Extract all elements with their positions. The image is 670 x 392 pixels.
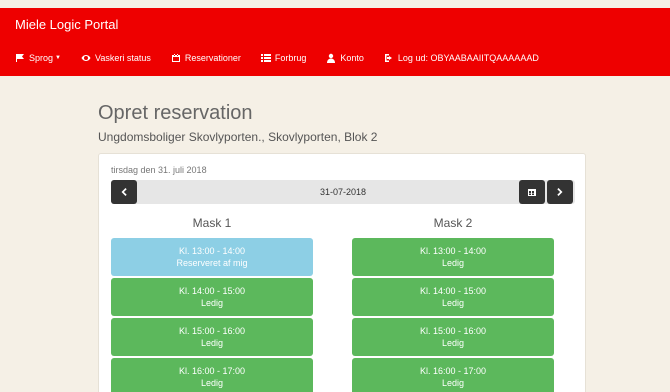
calendar-button[interactable] xyxy=(519,180,545,204)
time-slot[interactable]: Kl. 15:00 - 16:00 Ledig xyxy=(352,318,554,356)
reservation-panel: tirsdag den 31. juli 2018 31-07-2018 Mas… xyxy=(98,153,586,392)
time-slot[interactable]: Kl. 15:00 - 16:00 Ledig xyxy=(111,318,313,356)
slot-time: Kl. 13:00 - 14:00 xyxy=(178,246,246,256)
eye-icon xyxy=(81,55,91,61)
calendar-icon xyxy=(528,189,536,196)
brand-title[interactable]: Miele Logic Portal xyxy=(15,17,118,32)
nav-item-laundry-status[interactable]: Vaskeri status xyxy=(81,53,151,63)
time-slot[interactable]: Kl. 16:00 - 17:00 Ledig xyxy=(352,358,554,392)
slot-status: Ledig xyxy=(200,298,224,308)
machine-2-heading: Mask 2 xyxy=(433,216,473,230)
slot-time: Kl. 14:00 - 15:00 xyxy=(178,286,246,296)
slot-status: Ledig xyxy=(200,338,224,348)
time-slot[interactable]: Kl. 13:00 - 14:00 Reserveret af mig xyxy=(111,238,313,276)
nav-item-logout[interactable]: Log ud: OBYAABAAIITQAAAAAAD xyxy=(384,53,539,63)
nav-item-account[interactable]: Konto xyxy=(326,53,364,63)
slot-time: Kl. 16:00 - 17:00 xyxy=(178,366,246,376)
time-slot[interactable]: Kl. 14:00 - 15:00 Ledig xyxy=(352,278,554,316)
nav-item-reservations[interactable]: Reservationer xyxy=(171,53,241,63)
slot-time: Kl. 15:00 - 16:00 xyxy=(178,326,246,336)
top-navbar: Miele Logic Portal Sprog ▼ Vaskeri statu… xyxy=(0,8,670,76)
date-display[interactable]: 31-07-2018 xyxy=(111,180,575,204)
slot-status: Ledig xyxy=(441,338,465,348)
flag-icon xyxy=(16,54,24,62)
slot-status: Reserveret af mig xyxy=(176,258,248,268)
slot-time: Kl. 15:00 - 16:00 xyxy=(419,326,487,336)
time-slot[interactable]: Kl. 13:00 - 14:00 Ledig xyxy=(352,238,554,276)
machine-2-slots: Kl. 13:00 - 14:00 Ledig Kl. 14:00 - 15:0… xyxy=(352,238,554,392)
chevron-right-icon xyxy=(557,188,563,196)
next-day-button[interactable] xyxy=(547,180,573,204)
time-slot[interactable]: Kl. 16:00 - 17:00 Ledig xyxy=(111,358,313,392)
user-icon xyxy=(327,53,336,63)
nav-item-label: Vaskeri status xyxy=(94,53,151,63)
caret-down-icon: ▼ xyxy=(55,55,61,61)
previous-day-button[interactable] xyxy=(111,180,137,204)
machine-1-slots: Kl. 13:00 - 14:00 Reserveret af mig Kl. … xyxy=(111,238,313,392)
machine-1-heading: Mask 1 xyxy=(192,216,232,230)
slot-status: Ledig xyxy=(200,378,224,388)
logout-icon xyxy=(384,54,392,62)
slot-time: Kl. 16:00 - 17:00 xyxy=(419,366,487,376)
slot-status: Ledig xyxy=(441,258,465,268)
nav-item-label: Sprog xyxy=(29,53,54,63)
nav-item-consumption[interactable]: Forbrug xyxy=(260,53,307,63)
slot-time: Kl. 14:00 - 15:00 xyxy=(419,286,487,296)
slot-time: Kl. 13:00 - 14:00 xyxy=(419,246,487,256)
date-selector: 31-07-2018 xyxy=(111,180,575,204)
day-label: tirsdag den 31. juli 2018 xyxy=(111,165,207,175)
chevron-left-icon xyxy=(121,188,127,196)
nav-menu: Sprog ▼ Vaskeri status Reservationer For… xyxy=(15,53,559,63)
page-subtitle: Ungdomsboliger Skovlyporten., Skovlyport… xyxy=(98,130,378,144)
nav-item-label: Forbrug xyxy=(274,53,307,63)
nav-item-language[interactable]: Sprog ▼ xyxy=(15,53,61,63)
time-slot[interactable]: Kl. 14:00 - 15:00 Ledig xyxy=(111,278,313,316)
list-icon xyxy=(260,54,271,62)
nav-item-label: Log ud: OBYAABAAIITQAAAAAAD xyxy=(397,53,539,63)
calendar-icon xyxy=(171,54,180,62)
page-title: Opret reservation xyxy=(98,102,253,124)
nav-item-label: Reservationer xyxy=(184,53,241,63)
slot-status: Ledig xyxy=(441,378,465,388)
nav-item-label: Konto xyxy=(340,53,364,63)
slot-status: Ledig xyxy=(441,298,465,308)
